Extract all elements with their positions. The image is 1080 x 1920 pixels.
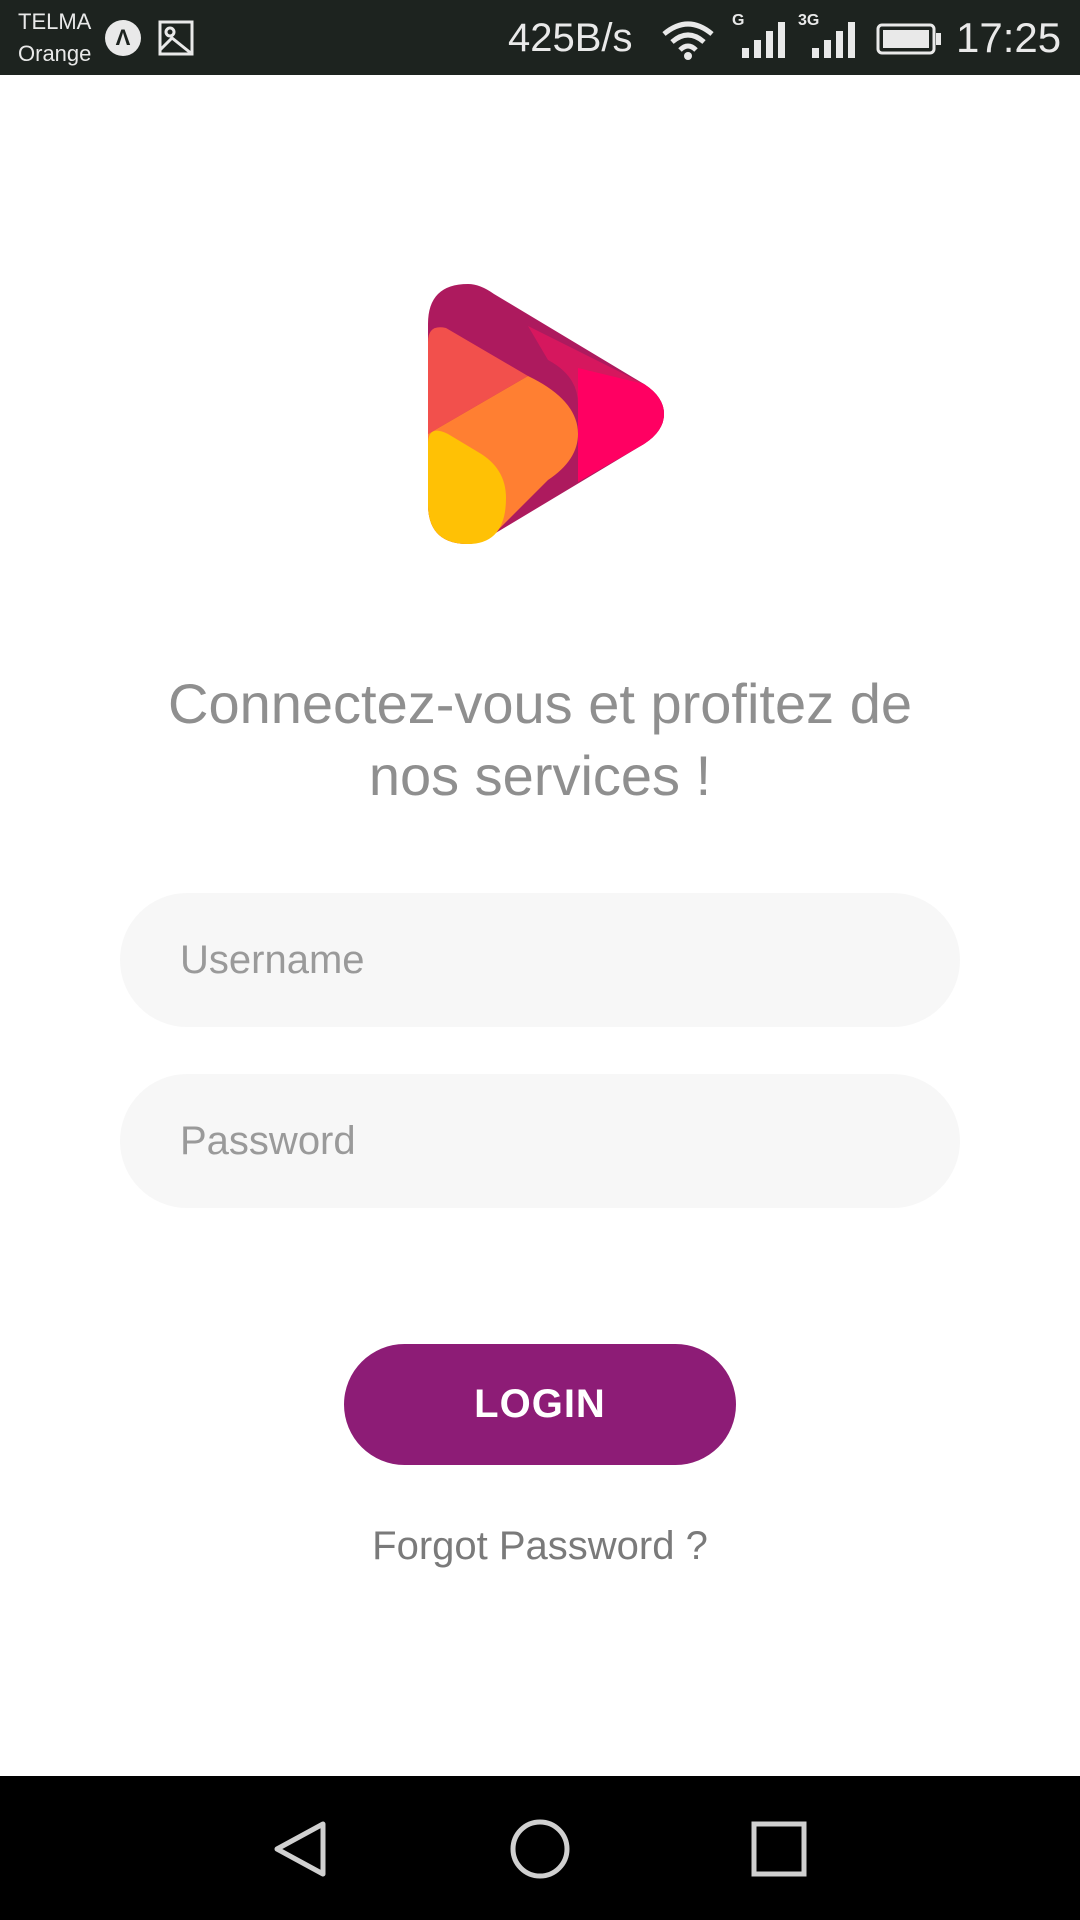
carrier-line-1: TELMA [18,9,92,34]
carrier-label: TELMA Orange [18,6,91,70]
login-button[interactable]: LOGIN [344,1344,736,1465]
back-icon[interactable] [265,1814,335,1884]
app-icon: Λ [105,20,141,56]
signal-icon: G [732,12,788,58]
home-icon[interactable] [505,1814,575,1884]
login-screen: TELMA Orange Λ 425B/s G 3G 17:25 Connect… [0,0,1080,1920]
battery-icon [876,23,941,55]
welcome-headline: Connectez-vous et profitez de nos servic… [100,668,980,812]
carrier-line-2: Orange [18,41,92,66]
network-speed: 425B/s [508,16,633,60]
navigation-bar [0,1776,1080,1920]
signal-3g-icon: 3G [798,12,858,58]
forgot-password-link[interactable]: Forgot Password ? [340,1520,740,1572]
username-input[interactable] [120,893,960,1027]
clock: 17:25 [956,14,1062,61]
status-bar: TELMA Orange Λ 425B/s G 3G 17:25 [0,0,1080,75]
app-logo [428,284,664,544]
username-field-container [120,893,960,1027]
wifi-icon [662,21,714,60]
recents-icon[interactable] [744,1814,814,1884]
password-field-container [120,1074,960,1208]
image-icon [158,20,194,56]
headline-line-2: nos services ! [368,744,712,807]
headline-line-1: Connectez-vous et profitez de [168,672,912,735]
password-input[interactable] [120,1074,960,1208]
